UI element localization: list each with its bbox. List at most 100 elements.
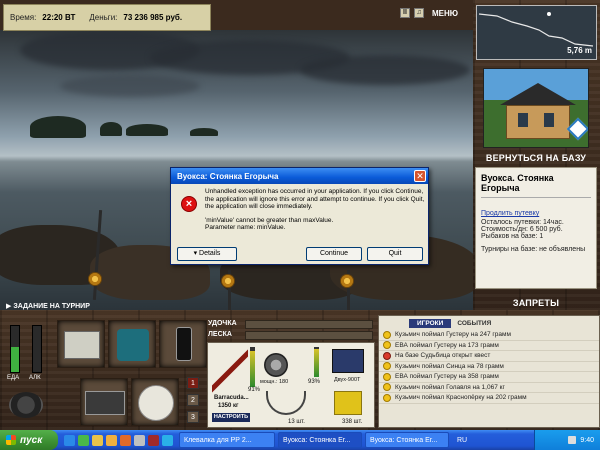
setup-button[interactable]: НАСТРОИТЬ [212,413,250,422]
bait-icon[interactable] [334,391,362,415]
slot-number-2[interactable]: 2 [187,394,199,406]
smiley-icon [383,362,391,371]
permit-remaining: Осталось путевки: 14час. [481,219,564,226]
reel-pct: 93% [308,379,321,385]
toolbox-icon [85,391,125,415]
event-row: Кузьмич поймал Краснопёрку на 202 грамм [379,393,599,404]
net-icon [138,385,174,421]
bans-button[interactable]: ЗАПРЕТЫ [476,298,596,308]
depth-value: 5,76 m [567,46,592,55]
rod-bar [245,320,373,329]
reel-info: мощн.: 180 [260,379,289,385]
depth-map[interactable]: 5,76 m [476,5,597,60]
status-bar: Время: 22:20 ВТ Деньги: 73 236 985 руб. [3,4,211,31]
tournaments-info: Турниры на базе: не объявлены [481,246,586,253]
smiley-icon [383,393,391,402]
tournament-task-link[interactable]: ▶ ЗАДАНИЕ НА ТУРНИР [6,302,90,310]
ie-icon[interactable] [64,434,75,446]
time-value: 22:20 ВТ [42,13,76,22]
tackle-box-slot[interactable] [57,320,105,368]
continue-button[interactable]: Continue [306,247,362,261]
rod-icon[interactable] [212,349,248,393]
task-vuoksa-1[interactable]: Вуокса: Стоянка Ег... [278,432,362,448]
alert-smiley-icon [383,351,391,360]
base-house-image[interactable] [483,68,589,148]
anglers-count: Рыбаков на базе: 1 [481,233,544,240]
smiley-icon [383,372,391,381]
menu-button[interactable]: МЕНЮ [432,9,458,18]
bag-slot[interactable] [108,320,156,368]
phone-slot[interactable] [159,320,207,368]
permit-cost: Стоимость/дн: 6 500 руб. [481,226,563,233]
chrome-icon[interactable] [134,434,145,446]
events-panel: ИГРОКИ СОБЫТИЯ Кузьмич поймал Густеру на… [378,315,600,428]
phone-icon [176,327,192,361]
reel-icon[interactable] [264,353,288,377]
reel-health-gauge [314,347,319,377]
smiley-icon [383,383,391,392]
close-icon[interactable]: ✕ [414,170,426,182]
smiley-icon [383,341,391,350]
rod-pct: 91% [248,387,261,393]
event-row: ЕВА поймал Густеру на 358 грамм [379,372,599,383]
money-value: 73 236 985 руб. [123,13,183,22]
language-indicator[interactable]: RU [457,437,467,444]
keepnet-icon[interactable] [9,392,43,418]
tab-events[interactable]: СОБЫТИЯ [457,320,491,327]
media-icon[interactable] [78,434,89,446]
alcohol-gauge [32,325,42,373]
slot-number-1[interactable]: 1 [187,377,199,389]
error-icon: × [181,196,197,212]
line-info: Двух-900Т [334,377,361,383]
sound-button[interactable]: ♫ [414,8,424,18]
details-button[interactable]: ▾ Details [177,247,237,261]
location-title: Вуокса. Стоянка Егорыча [481,173,591,198]
time-label: Время: [10,13,37,22]
bag-icon [117,329,149,361]
line-bar [245,331,373,340]
hook-icon[interactable] [266,391,306,415]
rod-weight: 1350 кг [218,403,239,409]
clock: 9:40 [580,436,594,444]
windows-logo-icon [6,435,16,445]
system-tray: 9:40 [534,430,600,450]
event-row: На базе Судьбица открыт квест [379,351,599,362]
task-vuoksa-2[interactable]: Вуокса: Стоянка Ег... [365,432,449,448]
line-label: ЛЕСКА [208,331,232,338]
event-row: Кузьмич поймал Голавля на 1,067 кг [379,383,599,393]
compass-icon [566,117,588,141]
pause-button[interactable]: II [400,8,410,18]
slot-number-3[interactable]: 3 [187,411,199,423]
app-icon[interactable] [148,434,159,446]
mail-icon[interactable] [92,434,103,446]
rod-name: Barracuda... [214,395,249,401]
folder-icon[interactable] [106,434,117,446]
tab-players[interactable]: ИГРОКИ [409,319,452,328]
hooks-count: 13 шт. [288,419,305,425]
rod-label: УДОЧКА [208,320,237,327]
toolbox-slot[interactable] [80,378,128,426]
net-slot[interactable] [131,378,179,426]
event-row: Кузьмич поймал Густеру на 247 грамм [379,330,599,341]
skype-icon[interactable] [162,434,173,446]
equipment-panel: 91% Barracuda... 1350 кг мощн.: 180 93% … [207,342,375,428]
location-info: Вуокса. Стоянка Егорыча Продлить путевку… [475,167,597,289]
food-label: ЕДА [7,375,20,381]
event-row: ЕВА поймал Густеру на 173 грамм [379,341,599,351]
speaker-icon[interactable] [568,436,577,444]
quit-button[interactable]: Quit [367,247,423,261]
firefox-icon[interactable] [120,434,131,446]
error-dialog: Вуокса: Стоянка Егорыча ✕ × Unhandled ex… [170,167,429,265]
extend-permit-link[interactable]: Продлить путевку [481,210,539,217]
taskbar: пуск Клевалка для РР 2... Вуокса: Стоянк… [0,430,600,450]
rod-health-gauge [250,347,255,387]
alcohol-label: АЛК [29,375,41,381]
dialog-message: Unhandled exception has occurred in your… [205,188,425,232]
task-klevalka[interactable]: Клевалка для РР 2... [179,432,275,448]
event-row: Кузьмич поймал Синца на 78 грамм [379,362,599,372]
menu-bar: II ♫ МЕНЮ [400,4,470,22]
back-to-base-button[interactable]: ВЕРНУТЬСЯ НА БАЗУ [476,153,596,163]
start-button[interactable]: пуск [0,430,58,450]
line-spool-icon[interactable] [332,349,364,373]
smiley-icon [383,330,391,339]
